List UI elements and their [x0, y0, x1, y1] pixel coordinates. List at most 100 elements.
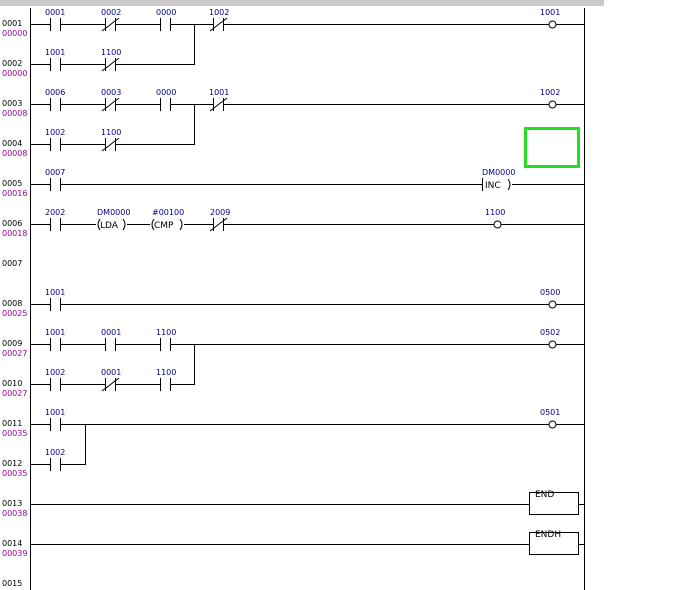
rung-address: 00008	[2, 109, 27, 118]
rung-0004: 1002 1100	[30, 104, 195, 152]
contact-no[interactable]	[50, 218, 61, 231]
rung-address: 00027	[2, 349, 27, 358]
rung-number: 0014	[2, 539, 22, 548]
rung-number: 0003	[2, 99, 22, 108]
rung-number: 0007	[2, 259, 22, 268]
operand-label: DM0000	[97, 208, 130, 217]
rung-number: 0005	[2, 179, 22, 188]
contact-label: 1100	[101, 48, 121, 57]
end-instruction[interactable]: END	[529, 490, 579, 515]
contact-label: 1001	[45, 328, 65, 337]
rung-address: 00035	[2, 469, 27, 478]
contact-label: 2002	[45, 208, 65, 217]
rung-address: 00035	[2, 429, 27, 438]
output-coil[interactable]	[548, 420, 557, 429]
rung-address: 00000	[2, 29, 27, 38]
rung-address: 00038	[2, 509, 27, 518]
coil-label: 0500	[540, 288, 560, 297]
rung-number: 0012	[2, 459, 22, 468]
svg-text:LDA: LDA	[100, 221, 119, 231]
contact-label: 0001	[101, 368, 121, 377]
coil-label: 1100	[485, 208, 505, 217]
contact-no[interactable]	[50, 178, 61, 191]
contact-no[interactable]	[160, 338, 171, 351]
contact-label: 0007	[45, 168, 65, 177]
output-coil[interactable]	[493, 220, 502, 229]
contact-no[interactable]	[160, 18, 171, 31]
contact-label: 1002	[45, 368, 65, 377]
contact-no[interactable]	[50, 98, 61, 111]
contact-no[interactable]	[50, 18, 61, 31]
contact-no[interactable]	[50, 138, 61, 151]
rung-0011: 1001 0501	[30, 408, 584, 431]
rung-number: 0010	[2, 379, 22, 388]
contact-label: 1002	[209, 8, 229, 17]
function-block-lda[interactable]: LDA	[97, 218, 126, 231]
rung-address: 00016	[2, 189, 27, 198]
contact-label: 1100	[101, 128, 121, 137]
contact-label: 0001	[101, 328, 121, 337]
rung-number: 0008	[2, 299, 22, 308]
contact-no[interactable]	[160, 378, 171, 391]
output-coil[interactable]	[548, 20, 557, 29]
rung-0013: END	[30, 490, 584, 515]
output-coil[interactable]	[548, 300, 557, 309]
contact-no[interactable]	[50, 378, 61, 391]
rung-address: 00039	[2, 549, 27, 558]
contact-label: 1002	[45, 448, 65, 457]
svg-text:ENDH: ENDH	[535, 530, 561, 540]
endh-instruction[interactable]: ENDH	[529, 530, 579, 555]
rung-0002: 1001 1100	[30, 24, 195, 72]
operand-label: DM0000	[482, 168, 515, 177]
rung-number: 0001	[2, 19, 22, 28]
rung-number: 0015	[2, 579, 22, 588]
rung-0005: INC 0007 DM0000	[30, 168, 584, 191]
rung-0001: 0001 0002 0000 1002 1001	[30, 8, 584, 32]
contact-no[interactable]	[50, 458, 61, 471]
coil-label: 1002	[540, 88, 560, 97]
contact-no[interactable]	[50, 58, 61, 71]
contact-label: 1100	[156, 328, 176, 337]
rung-numbers: 0001 00000 0002 00000 0003 00008 0004 00…	[2, 19, 27, 588]
contact-label: 1002	[45, 128, 65, 137]
output-coil[interactable]	[548, 340, 557, 349]
contact-no[interactable]	[50, 338, 61, 351]
svg-text:CMP: CMP	[154, 221, 174, 231]
rung-number: 0006	[2, 219, 22, 228]
contact-label: 1001	[209, 88, 229, 97]
contact-no[interactable]	[105, 338, 116, 351]
rung-number: 0013	[2, 499, 22, 508]
coil-label: 0501	[540, 408, 560, 417]
contact-label: 0003	[101, 88, 121, 97]
contact-label: 1001	[45, 48, 65, 57]
rung-0009: 1001 0001 1100 0502	[30, 328, 584, 351]
contact-label: 0000	[156, 8, 176, 17]
contact-label: 0002	[101, 8, 121, 17]
selection-cursor[interactable]	[524, 127, 580, 168]
contact-no[interactable]	[160, 98, 171, 111]
function-block-inc[interactable]: INC	[482, 178, 511, 191]
rung-address: 00025	[2, 309, 27, 318]
rung-number: 0009	[2, 339, 22, 348]
output-coil[interactable]	[548, 100, 557, 109]
rung-number: 0011	[2, 419, 22, 428]
rung-0003: 0006 0003 0000 1001 1002	[30, 88, 584, 112]
rung-0010: 1002 0001 1100	[30, 344, 195, 392]
contact-label: 1100	[156, 368, 176, 377]
svg-text:INC: INC	[485, 181, 501, 191]
contact-label: 1001	[45, 408, 65, 417]
function-block-cmp[interactable]: CMP	[151, 218, 183, 231]
contact-no[interactable]	[50, 298, 61, 311]
contact-no[interactable]	[50, 418, 61, 431]
svg-text:END: END	[535, 490, 554, 500]
contact-label: 2009	[210, 208, 230, 217]
coil-label: 0502	[540, 328, 560, 337]
operand-label: #00100	[152, 208, 184, 217]
rung-address: 00008	[2, 149, 27, 158]
rung-address: 00027	[2, 389, 27, 398]
rung-0014: ENDH	[30, 530, 584, 555]
contact-label: 0006	[45, 88, 65, 97]
contact-label: 0000	[156, 88, 176, 97]
rung-number: 0004	[2, 139, 22, 148]
rung-address: 00000	[2, 69, 27, 78]
